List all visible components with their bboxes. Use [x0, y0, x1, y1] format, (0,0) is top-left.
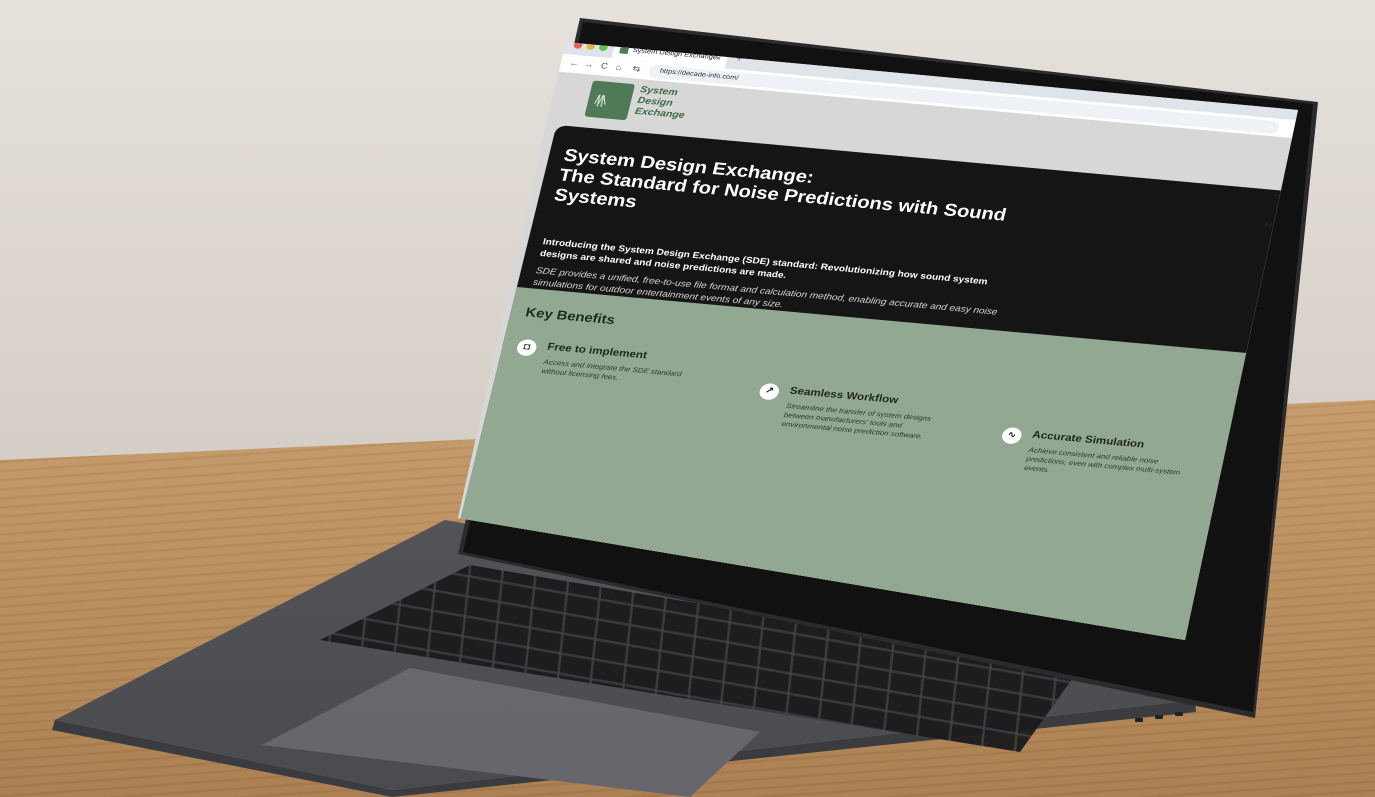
benefit-text: Achieve consistent and reliable noise pr… — [1023, 445, 1182, 477]
lock-icon: ◘ — [515, 338, 539, 357]
benefit-text: Streamline the transfer of system design… — [780, 401, 933, 441]
usb-ports — [1135, 712, 1185, 722]
forward-icon[interactable]: → — [583, 59, 595, 69]
workflow-arrow-icon: ↗ — [757, 382, 781, 401]
back-icon[interactable]: ← — [568, 58, 580, 68]
port — [1175, 712, 1183, 716]
laptop: System Design Exchange × + ← → C ⌂ ⇆ htt… — [0, 0, 1375, 797]
port — [1155, 715, 1163, 719]
home-icon[interactable]: ⌂ — [615, 62, 623, 72]
reload-icon[interactable]: C — [600, 61, 609, 71]
benefit-card: ↗ Seamless Workflow Streamline the trans… — [757, 382, 972, 440]
benefit-card: ∿ Accurate Simulation Achieve consistent… — [1000, 426, 1214, 477]
benefits-heading: Key Benefits — [524, 304, 617, 327]
benefit-card: ◘ Free to implement Access and integrate… — [515, 338, 729, 382]
port — [1135, 718, 1143, 722]
benefit-text: Access and integrate the SDE standard wi… — [540, 357, 683, 382]
logo-text[interactable]: System Design Exchange — [634, 85, 726, 125]
wave-icon: ∿ — [1000, 426, 1024, 445]
site-settings-icon[interactable]: ⇆ — [631, 64, 641, 75]
hero-title: System Design Exchange: The Standard for… — [552, 146, 1050, 249]
site-logo[interactable]: /|/|\ — [584, 80, 636, 121]
sound-wave-icon: /|/|\ — [593, 91, 607, 108]
browser-menu-icon[interactable]: ⋮ — [1334, 127, 1346, 138]
